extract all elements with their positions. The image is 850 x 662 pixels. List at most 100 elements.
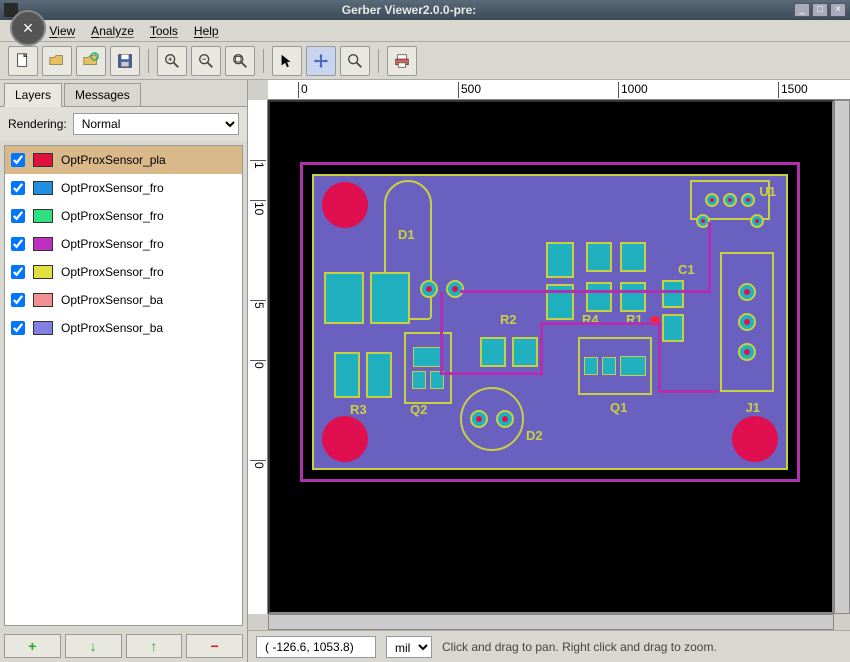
- smd-pad: [370, 272, 410, 324]
- component-label-d1: D1: [398, 227, 415, 242]
- zoom-in-icon[interactable]: [157, 46, 187, 76]
- layer-row[interactable]: OptProxSensor_fro: [5, 230, 242, 258]
- zoom-fit-icon[interactable]: [225, 46, 255, 76]
- mounting-hole: [322, 416, 368, 462]
- toolbar: [0, 42, 850, 80]
- trace: [440, 372, 540, 375]
- ruler-tick: 0: [298, 82, 308, 98]
- component-label-d2: D2: [526, 428, 543, 443]
- via: [496, 410, 514, 428]
- new-file-icon[interactable]: [8, 46, 38, 76]
- layer-down-button[interactable]: ↓: [65, 634, 122, 658]
- window-close-button[interactable]: ×: [830, 3, 846, 17]
- layer-row[interactable]: OptProxSensor_ba: [5, 286, 242, 314]
- pcb-board: D1 U1 R3: [300, 162, 800, 482]
- menu-analyze[interactable]: Analyze: [85, 22, 140, 40]
- layer-row[interactable]: OptProxSensor_ba: [5, 314, 242, 342]
- component-u1: [690, 180, 770, 220]
- scrollbar-vertical[interactable]: [834, 100, 850, 614]
- layer-remove-button[interactable]: −: [186, 634, 243, 658]
- sidebar-tabs: Layers Messages: [0, 80, 247, 106]
- layer-up-button[interactable]: ↑: [126, 634, 183, 658]
- menu-help[interactable]: Help: [188, 22, 225, 40]
- toolbar-separator: [263, 49, 264, 73]
- component-q1: [578, 337, 652, 395]
- layer-checkbox[interactable]: [11, 209, 25, 223]
- trace: [440, 292, 443, 372]
- print-icon[interactable]: [387, 46, 417, 76]
- smd-pad: [662, 314, 684, 342]
- layer-swatch: [33, 293, 53, 307]
- smd-pad: [586, 242, 612, 272]
- smd-pad: [512, 337, 538, 367]
- layer-checkbox[interactable]: [11, 265, 25, 279]
- layer-name: OptProxSensor_ba: [61, 293, 236, 307]
- rendering-select[interactable]: Normal: [73, 113, 239, 135]
- via: [470, 410, 488, 428]
- trace: [658, 390, 718, 393]
- layer-name: OptProxSensor_fro: [61, 209, 236, 223]
- layer-name: OptProxSensor_fro: [61, 181, 236, 195]
- layer-swatch: [33, 209, 53, 223]
- ruler-tick: 1000: [618, 82, 648, 98]
- layer-swatch: [33, 265, 53, 279]
- trace: [460, 290, 710, 293]
- layer-swatch: [33, 181, 53, 195]
- menu-tools[interactable]: Tools: [144, 22, 184, 40]
- smd-pad: [546, 242, 574, 278]
- layer-swatch: [33, 237, 53, 251]
- layer-checkbox[interactable]: [11, 237, 25, 251]
- status-hint: Click and drag to pan. Right click and d…: [442, 640, 842, 654]
- layer-row[interactable]: OptProxSensor_fro: [5, 258, 242, 286]
- save-icon[interactable]: [110, 46, 140, 76]
- smd-pad: [662, 280, 684, 308]
- layer-row[interactable]: OptProxSensor_fro: [5, 202, 242, 230]
- zoom-out-icon[interactable]: [191, 46, 221, 76]
- pointer-icon[interactable]: [272, 46, 302, 76]
- window-minimize-button[interactable]: _: [794, 3, 810, 17]
- ruler-tick: 0: [250, 360, 266, 369]
- layer-row[interactable]: OptProxSensor_fro: [5, 174, 242, 202]
- layer-name: OptProxSensor_fro: [61, 237, 236, 251]
- magnify-icon[interactable]: [340, 46, 370, 76]
- pan-icon[interactable]: [306, 46, 336, 76]
- sidebar: Layers Messages Rendering: Normal OptPro…: [0, 80, 248, 662]
- ruler-horizontal: 0 500 1000 1500: [268, 80, 850, 100]
- coordinates-display: ( -126.6, 1053.8): [256, 636, 376, 658]
- ruler-tick: 1: [250, 160, 266, 169]
- scrollbar-horizontal[interactable]: [268, 614, 834, 630]
- mounting-hole: [322, 182, 368, 228]
- layer-checkbox[interactable]: [11, 181, 25, 195]
- component-label-r3: R3: [350, 402, 367, 417]
- rendering-label: Rendering:: [8, 117, 67, 131]
- ruler-tick: 500: [458, 82, 481, 98]
- menubar: File View Analyze Tools Help: [0, 20, 850, 42]
- statusbar: ( -126.6, 1053.8) mil Click and drag to …: [248, 630, 850, 662]
- ruler-tick: 1500: [778, 82, 808, 98]
- layer-add-button[interactable]: +: [4, 634, 61, 658]
- layer-swatch: [33, 153, 53, 167]
- overlay-close-button[interactable]: ×: [10, 10, 46, 46]
- canvas-viewport[interactable]: D1 U1 R3: [268, 100, 834, 614]
- tab-layers[interactable]: Layers: [4, 83, 62, 107]
- layer-list: OptProxSensor_pla OptProxSensor_fro OptP…: [4, 145, 243, 626]
- smd-pad: [366, 352, 392, 398]
- open-folder-icon[interactable]: [42, 46, 72, 76]
- window-titlebar: Gerber Viewer2.0.0-pre: _ □ ×: [0, 0, 850, 20]
- menu-view[interactable]: View: [43, 22, 81, 40]
- layer-checkbox[interactable]: [11, 153, 25, 167]
- window-title: Gerber Viewer2.0.0-pre:: [24, 3, 794, 17]
- smd-pad: [480, 337, 506, 367]
- window-maximize-button[interactable]: □: [812, 3, 828, 17]
- canvas-area: 0 500 1000 1500 1 10 5 0 0: [248, 80, 850, 662]
- layer-checkbox[interactable]: [11, 293, 25, 307]
- smd-pad: [324, 272, 364, 324]
- unit-select[interactable]: mil: [386, 636, 432, 658]
- ruler-tick: 5: [250, 300, 266, 309]
- reload-icon[interactable]: [76, 46, 106, 76]
- component-label-q1: Q1: [610, 400, 627, 415]
- layer-checkbox[interactable]: [11, 321, 25, 335]
- tab-messages[interactable]: Messages: [64, 83, 141, 106]
- layer-row[interactable]: OptProxSensor_pla: [5, 146, 242, 174]
- layer-name: OptProxSensor_fro: [61, 265, 236, 279]
